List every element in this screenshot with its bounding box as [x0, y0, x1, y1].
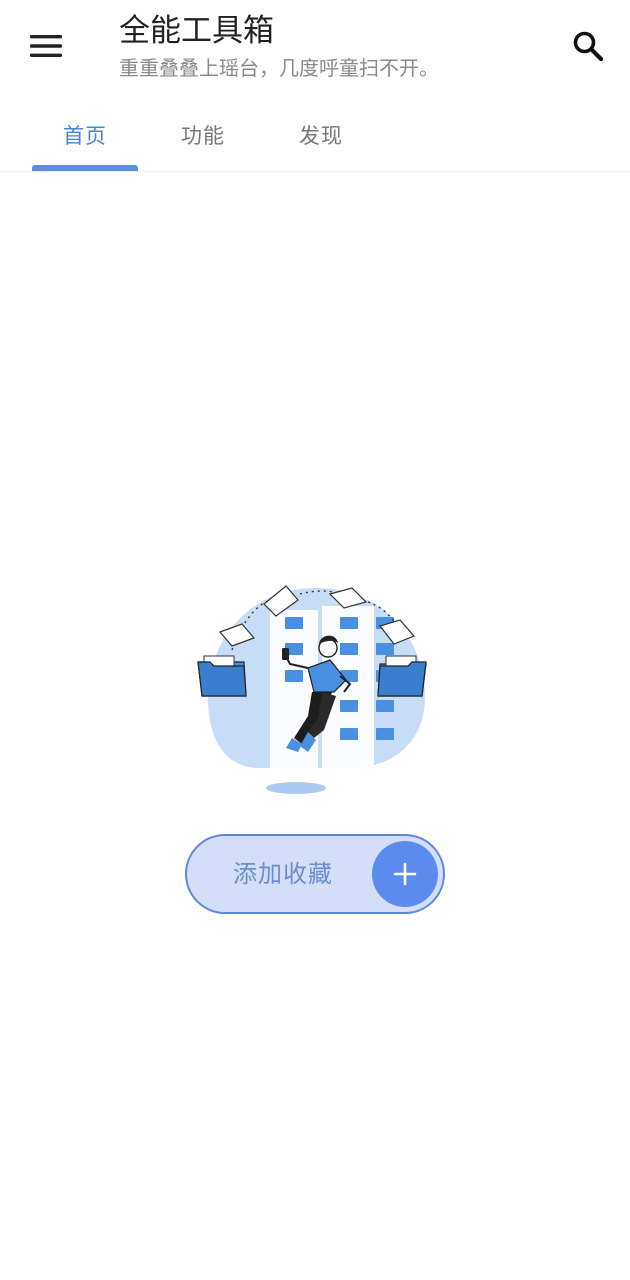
tab-discover[interactable]: 发现 — [268, 100, 374, 170]
add-favorite-label: 添加收藏 — [233, 860, 333, 888]
plus-icon[interactable] — [372, 841, 438, 907]
search-icon — [573, 31, 604, 62]
search-button[interactable] — [560, 18, 616, 74]
app-title: 全能工具箱 — [119, 13, 274, 49]
tab-active-indicator — [32, 165, 138, 171]
title-block: 全能工具箱 重重叠叠上瑶台，几度呼童扫不开。 — [119, 10, 439, 83]
top-app-bar: 全能工具箱 重重叠叠上瑶台，几度呼童扫不开。 — [0, 0, 630, 96]
empty-state-illustration — [190, 580, 440, 800]
tab-bar: 首页 功能 发现 — [0, 100, 630, 172]
tab-home[interactable]: 首页 — [32, 100, 138, 170]
add-favorite-button[interactable]: 添加收藏 — [185, 834, 445, 914]
menu-button[interactable] — [18, 18, 74, 74]
menu-icon — [30, 35, 62, 57]
app-subtitle: 重重叠叠上瑶台，几度呼童扫不开。 — [119, 56, 439, 80]
tab-features[interactable]: 功能 — [150, 100, 256, 170]
app-root: 全能工具箱 重重叠叠上瑶台，几度呼童扫不开。 首页 功能 发现 添加收藏 — [0, 0, 630, 1280]
